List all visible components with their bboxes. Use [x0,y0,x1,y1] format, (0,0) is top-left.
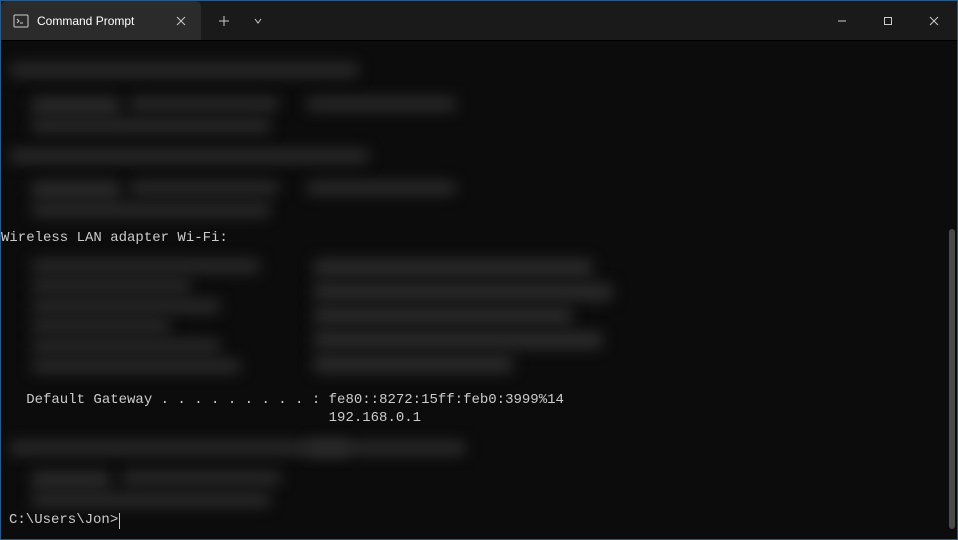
redacted-content [31,319,171,333]
close-button[interactable] [911,1,957,40]
tab-dropdown-button[interactable] [243,6,273,36]
titlebar: Command Prompt [1,1,957,41]
tabbar-actions [201,1,273,40]
redacted-content [9,149,369,163]
redacted-content [129,97,279,111]
gateway-label: Default Gateway . . . . . . . . . : [1,392,329,408]
redacted-content [31,259,261,273]
redacted-content [31,119,271,133]
redacted-content [31,279,191,293]
redacted-content [31,493,271,507]
redacted-content [31,299,221,313]
redacted-content [9,441,349,455]
redacted-content [313,307,573,325]
redacted-content [313,331,603,349]
terminal-output[interactable]: Wireless LAN adapter Wi-Fi: Default Gate… [1,41,957,539]
default-gateway-ipv4: 192.168.0.1 [1,409,421,429]
cursor [119,513,120,529]
redacted-content [31,181,121,199]
redacted-content [31,97,121,115]
tab-title: Command Prompt [37,14,165,28]
redacted-content [31,359,241,373]
redacted-content [306,441,466,455]
prompt-path: C:\Users\Jon> [9,511,118,531]
redacted-content [313,259,593,277]
redacted-content [306,181,456,195]
redacted-content [313,355,513,373]
gateway-ipv6-value: fe80::8272:15ff:feb0:3999%14 [329,392,564,408]
prompt-line[interactable]: C:\Users\Jon> [9,511,120,531]
minimize-button[interactable] [819,1,865,40]
adapter-section-header: Wireless LAN adapter Wi-Fi: [1,229,228,249]
cmd-icon [13,13,29,29]
new-tab-button[interactable] [209,6,239,36]
tab-close-button[interactable] [173,13,189,29]
tab-command-prompt[interactable]: Command Prompt [1,1,201,40]
redacted-content [306,97,456,111]
window-controls [819,1,957,40]
maximize-button[interactable] [865,1,911,40]
redacted-content [31,339,221,353]
default-gateway-line: Default Gateway . . . . . . . . . : fe80… [1,391,564,411]
redacted-content [129,181,279,195]
redacted-content [31,471,111,489]
scrollbar-thumb[interactable] [949,229,955,529]
redacted-content [313,283,613,301]
redacted-content [31,203,271,217]
redacted-content [121,471,281,485]
redacted-content [9,63,359,77]
